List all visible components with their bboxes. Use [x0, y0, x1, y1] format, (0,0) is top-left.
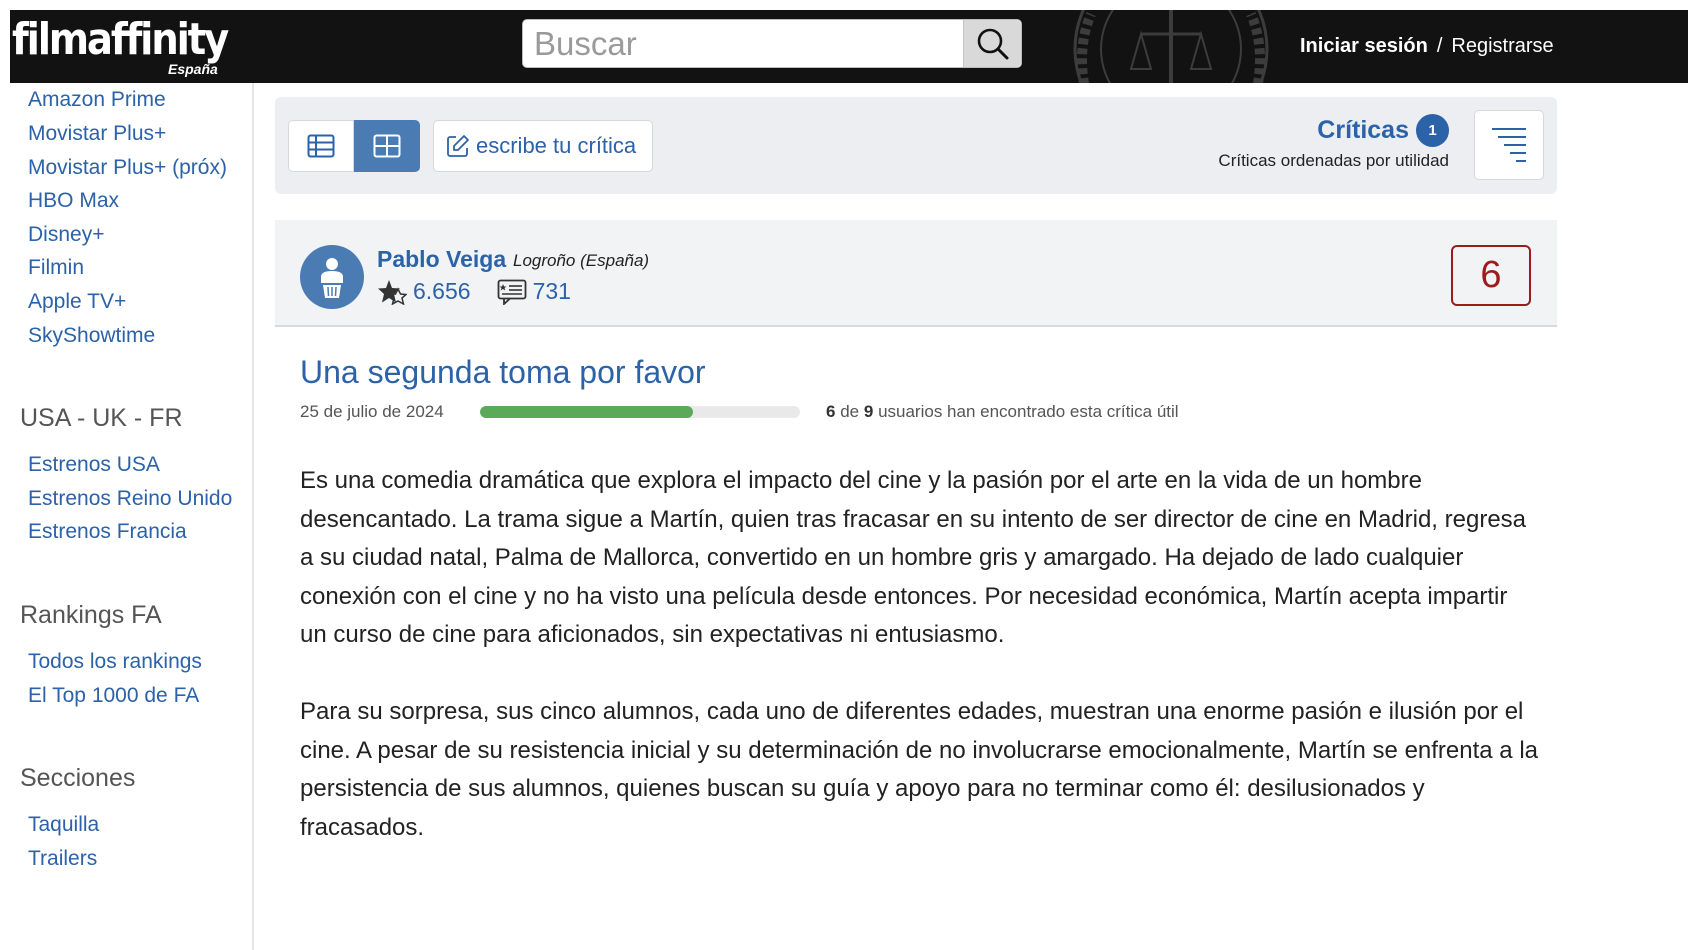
sidebar-item-todos-rankings[interactable]: Todos los rankings — [28, 650, 202, 674]
review-title[interactable]: Una segunda toma por favor — [300, 354, 706, 391]
helpful-total-count: 9 — [863, 402, 874, 421]
sidebar-item-movistar-plus[interactable]: Movistar Plus+ — [28, 122, 166, 146]
user-icon — [321, 258, 343, 298]
sort-button[interactable] — [1474, 110, 1544, 180]
sidebar-item-estrenos-reino-unido[interactable]: Estrenos Reino Unido — [28, 487, 232, 511]
edit-icon — [447, 135, 469, 157]
avatar[interactable] — [300, 245, 364, 309]
sidebar-item-filmin[interactable]: Filmin — [28, 256, 84, 280]
table-list-icon — [307, 134, 335, 158]
sidebar-item-apple-tv[interactable]: Apple TV+ — [28, 290, 126, 314]
star-rating-icon — [378, 279, 407, 305]
login-link[interactable]: Iniciar sesión — [1300, 35, 1428, 57]
write-review-button[interactable]: escribe tu crítica — [433, 120, 653, 172]
review-body: Es una comedia dramática que explora el … — [300, 462, 1540, 886]
sidebar-item-hbo-max[interactable]: HBO Max — [28, 189, 119, 213]
sidebar-section-secciones: Secciones — [20, 764, 136, 792]
sidebar-section-usa-uk-fr: USA - UK - FR — [20, 404, 183, 432]
review-author-location: Logroño (España) — [513, 251, 650, 270]
grid-view-button[interactable] — [354, 120, 420, 172]
auth-links: Iniciar sesión / Registrarse — [1300, 35, 1554, 58]
sidebar-item-taquilla[interactable]: Taquilla — [28, 813, 99, 837]
sidebar: Amazon Prime Movistar Plus+ Movistar Plu… — [10, 83, 254, 950]
reviews-title[interactable]: Críticas — [1317, 116, 1409, 145]
search-button[interactable] — [963, 20, 1021, 67]
sidebar-item-amazon-prime[interactable]: Amazon Prime — [28, 88, 166, 112]
window-frame-top — [0, 0, 1688, 10]
review-author-header: Pablo Veiga Logroño (España) 6.656 731 6 — [275, 220, 1557, 327]
write-review-label: escribe tu crítica — [476, 133, 637, 158]
window-frame-left — [0, 0, 10, 950]
helpful-yes-count: 6 — [826, 402, 836, 421]
sidebar-item-disney-plus[interactable]: Disney+ — [28, 223, 104, 247]
reviews-sort-label: Críticas ordenadas por utilidad — [1218, 151, 1449, 170]
reviews-chat-icon — [497, 279, 526, 305]
sidebar-item-movistar-plus-prox[interactable]: Movistar Plus+ (próx) — [28, 156, 227, 180]
author-reviews-count[interactable]: 731 — [533, 278, 571, 305]
logo-text: filmaffinity — [12, 14, 229, 65]
sidebar-section-rankings: Rankings FA — [20, 601, 162, 629]
sidebar-item-estrenos-francia[interactable]: Estrenos Francia — [28, 520, 187, 544]
review-paragraph: Para su sorpresa, sus cinco alumnos, cad… — [300, 698, 1538, 841]
sidebar-item-skyshowtime[interactable]: SkyShowtime — [28, 324, 155, 348]
sidebar-item-top-1000[interactable]: El Top 1000 de FA — [28, 684, 199, 708]
helpful-label: usuarios han encontrado esta crítica úti… — [878, 402, 1179, 421]
review-meta: 25 de julio de 2024 6 de 9 usuarios han … — [300, 402, 1179, 422]
search-icon — [977, 28, 1008, 59]
helpful-progress-bar — [480, 406, 800, 418]
review-author-stats: 6.656 731 — [377, 278, 597, 305]
sidebar-item-trailers[interactable]: Trailers — [28, 847, 97, 871]
review-rating: 6 — [1451, 245, 1531, 306]
auth-separator: / — [1436, 35, 1443, 57]
review-paragraph: Es una comedia dramática que explora el … — [300, 467, 1527, 648]
helpful-progress-fill — [480, 406, 694, 418]
logo-country: España — [168, 61, 218, 77]
reviews-count-badge: 1 — [1416, 114, 1449, 147]
helpful-of: de — [840, 402, 860, 421]
reviews-summary: Críticas 1 Críticas ordenadas por utilid… — [1218, 114, 1449, 171]
register-link[interactable]: Registrarse — [1451, 35, 1553, 57]
search-input[interactable] — [523, 20, 963, 67]
review-date: 25 de julio de 2024 — [300, 402, 444, 421]
sort-icon — [1492, 128, 1526, 162]
list-view-button[interactable] — [288, 120, 354, 172]
filmaffinity-logo[interactable]: filmaffinity España — [12, 12, 257, 83]
reviews-toolbar: escribe tu crítica Críticas 1 Críticas o… — [275, 97, 1557, 194]
seal-watermark-icon — [1073, 10, 1269, 83]
author-ratings-count[interactable]: 6.656 — [413, 278, 471, 305]
review-author-name[interactable]: Pablo Veiga — [377, 246, 506, 273]
grid-icon — [373, 134, 401, 158]
search-box — [522, 19, 1022, 68]
sidebar-item-estrenos-usa[interactable]: Estrenos USA — [28, 453, 160, 477]
site-header: filmaffinity España Iniciar sesión / Regis… — [10, 10, 1688, 83]
helpful-text: 6 de 9 usuarios han encontrado esta crít… — [826, 402, 1179, 422]
